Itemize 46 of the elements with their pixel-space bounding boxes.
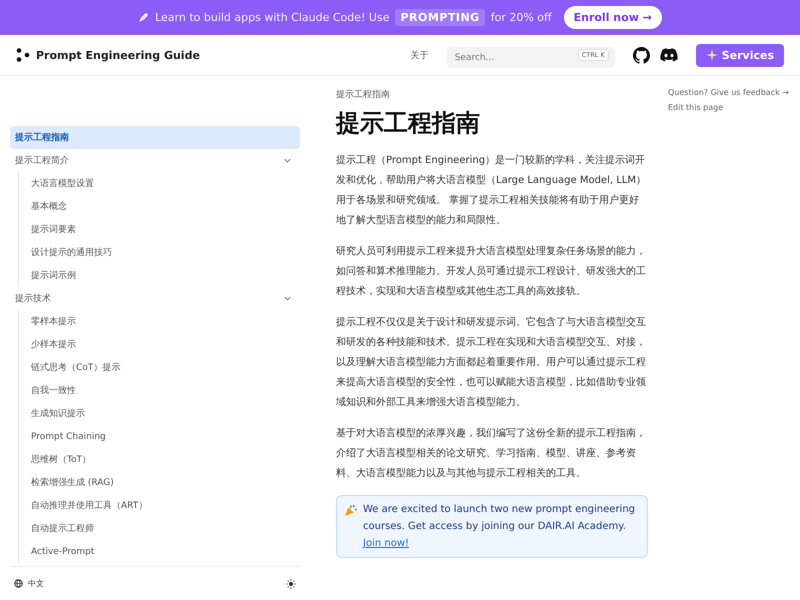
sidebar-item[interactable]: 链式思考（CoT）提示 xyxy=(31,356,300,379)
sidebar-item[interactable]: 自我一致性 xyxy=(31,379,300,402)
sidebar-item[interactable]: 生成知识提示 xyxy=(31,402,300,425)
banner-text: for 20% off xyxy=(490,11,552,24)
promo-code: PROMPTING xyxy=(395,9,485,26)
language-switcher[interactable]: 中文 xyxy=(28,578,44,589)
sidebar-group[interactable]: 提示技术 xyxy=(10,287,300,310)
chevron-icon xyxy=(283,294,292,303)
chevron-icon xyxy=(283,156,292,165)
sidebar-group[interactable]: 提示工程简介 xyxy=(10,149,300,172)
sidebar-item[interactable]: Prompt Chaining xyxy=(31,425,300,448)
breadcrumb[interactable]: 提示工程指南 xyxy=(336,88,648,101)
callout-text: We are excited to launch two new prompt engineering courses. Get access by joining our DAIR.AI Academy. Join now! xyxy=(363,503,636,551)
sidebar-item[interactable]: 基本概念 xyxy=(31,195,300,218)
sidebar-item[interactable]: 自动提示工程师 xyxy=(31,517,300,540)
services-button[interactable]: Services xyxy=(696,44,784,66)
banner-text: Learn to build apps with Claude Code! Use xyxy=(155,11,390,24)
sidebar-item[interactable]: 提示词要素 xyxy=(31,218,300,241)
about-link[interactable]: 关于 xyxy=(410,48,429,62)
discord-icon[interactable] xyxy=(660,48,678,62)
sidebar-item[interactable]: 提示工程指南 xyxy=(10,126,300,149)
sidebar-item[interactable]: 提示词示例 xyxy=(31,264,300,287)
sidebar-item[interactable]: Active-Prompt xyxy=(31,540,300,563)
sidebar-item[interactable]: 自动推理并使用工具（ART） xyxy=(31,494,300,517)
paragraph: 提示工程不仅仅是关于设计和研发提示词。它包含了与大语言模型交互和研发的各种技能和技术。提示工程在实现和大语言模型交互、对接，以及理解大语言模型能力方面都起着重要作用。用户可以通过提示工程来提高大语言模型的安全性，也可以赋能大语言模型，比如借助专业领域知识和外部工具来增强大语言模型能力。 xyxy=(336,316,647,410)
github-icon[interactable] xyxy=(632,46,650,64)
globe-icon xyxy=(14,579,23,588)
sidebar-item[interactable]: 少样本提示 xyxy=(31,333,300,356)
logo-icon xyxy=(16,48,30,62)
sun-icon[interactable] xyxy=(286,578,296,588)
sidebar-item[interactable]: 思维树（ToT） xyxy=(31,448,300,471)
sidebar-item[interactable]: 零样本提示 xyxy=(31,310,300,333)
feedback-link[interactable]: Question? Give us feedback → xyxy=(668,88,789,97)
sidebar-item[interactable]: 设计提示的通用技巧 xyxy=(31,241,300,264)
sparkle-icon xyxy=(706,49,718,61)
enroll-button[interactable]: Enroll now → xyxy=(564,6,662,29)
sidebar-item[interactable]: 检索增强生成 (RAG) xyxy=(31,471,300,494)
paragraph: 研究人员可利用提示工程来提升大语言模型处理复杂任务场景的能力，如问答和算术推理能力。开发人员可通过提示工程设计、研发强大的工程技术，实现和大语言模型或其他生态工具的高效接轨。 xyxy=(336,244,647,299)
paragraph: 提示工程（Prompt Engineering）是一门较新的学科，关注提示词开发和优化，帮助用户将大语言模型（Large Language Model, LLM）用于各场景和研究领域。 掌握了提示工程相关技能将有助于用户更好地了解大型语言模型的能力和局限性。 xyxy=(336,154,647,228)
sidebar-item[interactable]: 大语言模型设置 xyxy=(31,172,300,195)
join-link[interactable]: Join now! xyxy=(363,538,410,549)
edit-link[interactable]: Edit this page xyxy=(668,103,789,112)
party-popper-icon xyxy=(344,504,357,517)
paragraph: 基于对大语言模型的浓厚兴趣，我们编写了这份全新的提示工程指南，介绍了大语言模型相关的论文研究、学习指南、模型、讲座、参考资料、大语言模型能力以及与其他与提示工程相关的工具。 xyxy=(336,426,647,481)
site-title[interactable]: Prompt Engineering Guide xyxy=(36,48,200,62)
page-title: 提示工程指南 xyxy=(336,108,481,139)
